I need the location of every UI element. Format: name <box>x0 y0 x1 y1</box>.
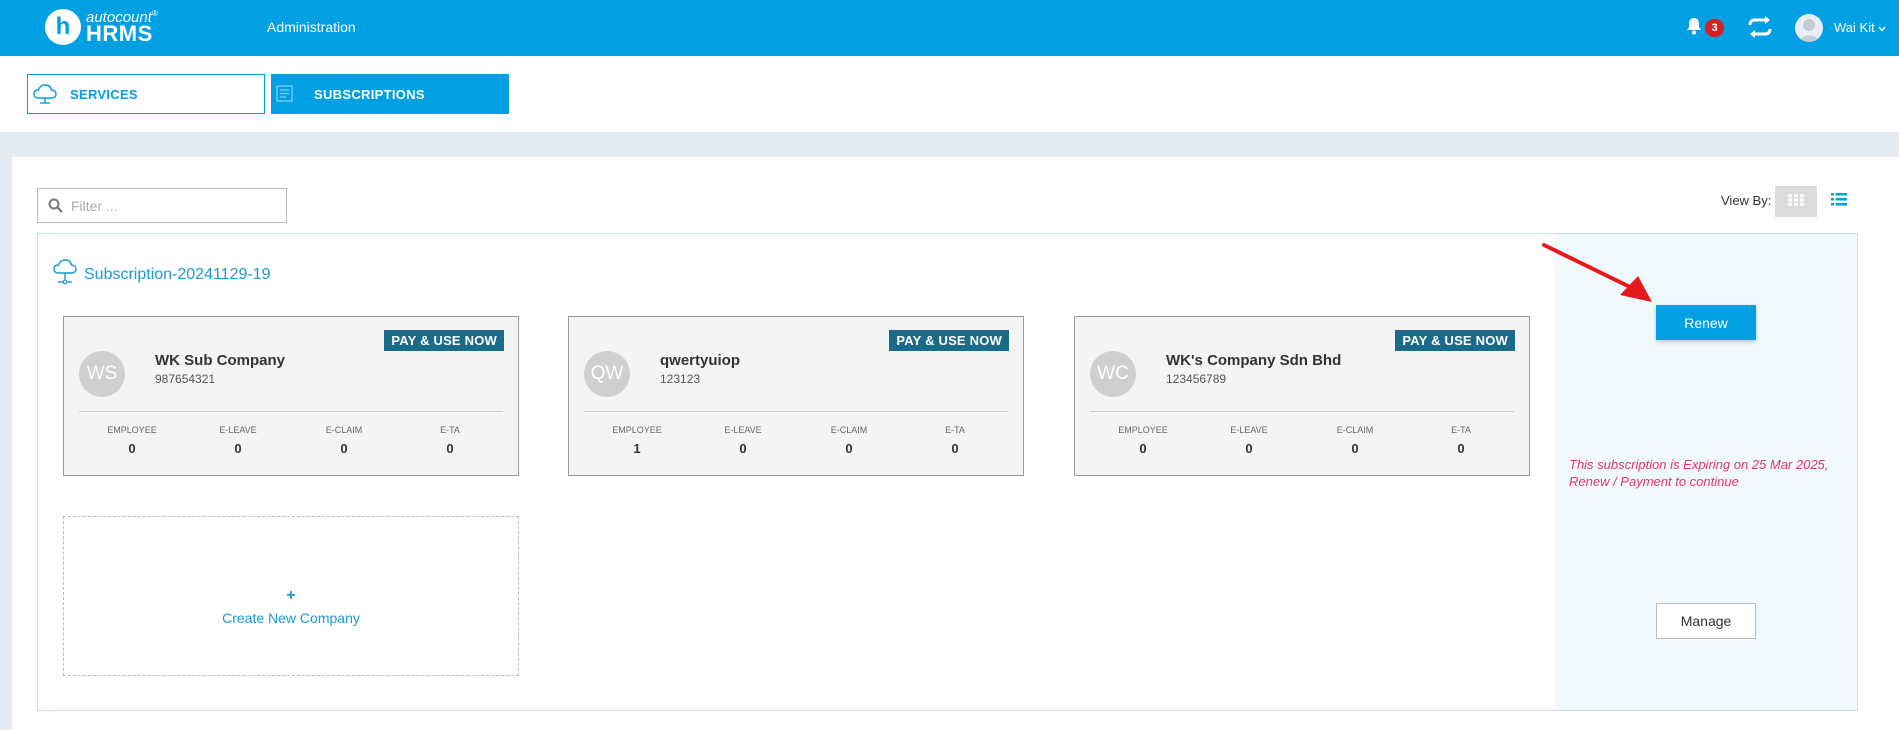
stat-employee: EMPLOYEE 0 <box>1090 425 1196 456</box>
stat-e-claim: E-CLAIM 0 <box>291 425 397 456</box>
stat-employee: EMPLOYEE 1 <box>584 425 690 456</box>
view-by-label: View By: <box>1721 193 1772 208</box>
subscription-list-icon <box>276 85 304 103</box>
company-name: WK's Company Sdn Bhd <box>1166 352 1342 369</box>
company-code: 123456789 <box>1166 372 1227 386</box>
sync-icon[interactable] <box>1747 15 1773 44</box>
stat-label: E-LEAVE <box>724 425 762 435</box>
stat-value: 0 <box>234 441 242 456</box>
stat-value: 0 <box>1245 441 1253 456</box>
pay-use-now-badge[interactable]: PAY & USE NOW <box>1395 330 1515 351</box>
tab-services[interactable]: SERVICES <box>27 74 265 114</box>
cloud-icon <box>52 258 78 291</box>
pay-use-now-badge[interactable]: PAY & USE NOW <box>889 330 1009 351</box>
company-stats: EMPLOYEE 1 E-LEAVE 0 E-CLAIM 0 E-TA 0 <box>584 425 1008 456</box>
nav-administration[interactable]: Administration <box>267 19 356 35</box>
stat-label: E-CLAIM <box>1336 425 1374 435</box>
stat-value: 0 <box>446 441 454 456</box>
grid-icon <box>1788 193 1804 211</box>
stat-e-claim: E-CLAIM 0 <box>1302 425 1408 456</box>
stat-label: E-TA <box>945 425 965 435</box>
stat-e-ta: E-TA 0 <box>397 425 503 456</box>
company-name: WK Sub Company <box>155 352 285 369</box>
stat-e-leave: E-LEAVE 0 <box>185 425 291 456</box>
cloud-icon <box>32 83 60 105</box>
top-bar: h autocount® HRMS Administration 3 Wai K… <box>0 0 1899 56</box>
stat-label: E-TA <box>1451 425 1471 435</box>
filter-box[interactable] <box>37 188 287 223</box>
list-icon <box>1831 192 1847 211</box>
create-new-company-label: Create New Company <box>222 610 360 626</box>
logo-bottom-text: HRMS <box>86 20 153 46</box>
card-divider <box>79 411 503 412</box>
annotation-arrow-icon <box>1542 243 1652 302</box>
create-new-company-card[interactable]: + Create New Company <box>63 516 519 676</box>
logo-mark: ® <box>151 8 158 18</box>
stat-e-leave: E-LEAVE 0 <box>1196 425 1302 456</box>
company-code: 123123 <box>660 372 701 386</box>
card-divider <box>584 411 1008 412</box>
company-avatar: WS <box>79 351 125 397</box>
tab-bar: SERVICES SUBSCRIPTIONS <box>0 56 1899 132</box>
company-name: qwertyuiop <box>660 352 741 369</box>
renew-button[interactable]: Renew <box>1656 305 1756 340</box>
filter-input[interactable] <box>71 197 271 214</box>
tab-services-label: SERVICES <box>70 86 138 102</box>
stat-value: 0 <box>1457 441 1465 456</box>
stat-value: 0 <box>739 441 747 456</box>
stat-e-ta: E-TA 0 <box>1408 425 1514 456</box>
manage-button[interactable]: Manage <box>1656 603 1756 639</box>
logo-circle: h <box>45 9 81 45</box>
notification-badge[interactable]: 3 <box>1705 19 1724 37</box>
expiry-message: This subscription is Expiring on 25 Mar … <box>1569 457 1829 489</box>
list-view-button[interactable] <box>1824 186 1854 217</box>
stat-label: E-TA <box>440 425 460 435</box>
company-card[interactable]: PAY & USE NOW WC WK's Company Sdn Bhd 12… <box>1074 316 1530 476</box>
company-card[interactable]: PAY & USE NOW WS WK Sub Company 98765432… <box>63 316 519 476</box>
stat-label: E-LEAVE <box>219 425 257 435</box>
stat-e-ta: E-TA 0 <box>902 425 1008 456</box>
app-logo[interactable]: h autocount® HRMS <box>45 9 158 45</box>
stat-e-claim: E-CLAIM 0 <box>796 425 902 456</box>
user-name: Wai Kit <box>1834 20 1875 35</box>
stat-value: 0 <box>128 441 136 456</box>
stat-value: 1 <box>633 441 641 456</box>
company-stats: EMPLOYEE 0 E-LEAVE 0 E-CLAIM 0 E-TA 0 <box>79 425 503 456</box>
chevron-down-icon <box>1878 20 1886 35</box>
stat-label: E-LEAVE <box>1230 425 1268 435</box>
stat-value: 0 <box>1351 441 1359 456</box>
stat-label: E-CLAIM <box>325 425 363 435</box>
company-code: 987654321 <box>155 372 216 386</box>
stat-employee: EMPLOYEE 0 <box>79 425 185 456</box>
subscription-title[interactable]: Subscription-20241129-19 <box>84 266 271 284</box>
stat-label: EMPLOYEE <box>1118 425 1168 435</box>
stat-value: 0 <box>951 441 959 456</box>
card-divider <box>1090 411 1514 412</box>
search-icon <box>48 198 63 213</box>
company-avatar: WC <box>1090 351 1136 397</box>
pay-use-now-badge[interactable]: PAY & USE NOW <box>384 330 504 351</box>
subscription-header: Subscription-20241129-19 <box>52 258 271 291</box>
stat-label: EMPLOYEE <box>107 425 157 435</box>
tab-subscriptions[interactable]: SUBSCRIPTIONS <box>271 74 509 114</box>
plus-icon: + <box>286 587 296 604</box>
user-menu[interactable]: Wai Kit <box>1834 20 1886 35</box>
stat-value: 0 <box>845 441 853 456</box>
stat-value: 0 <box>1139 441 1147 456</box>
company-avatar: QW <box>584 351 630 397</box>
logo-text: autocount® HRMS <box>86 8 158 46</box>
stat-label: EMPLOYEE <box>612 425 662 435</box>
user-avatar-icon[interactable] <box>1795 14 1823 42</box>
stat-value: 0 <box>340 441 348 456</box>
stat-label: E-CLAIM <box>830 425 868 435</box>
bell-icon[interactable] <box>1686 17 1702 40</box>
tab-subscriptions-label: SUBSCRIPTIONS <box>314 86 425 102</box>
company-stats: EMPLOYEE 0 E-LEAVE 0 E-CLAIM 0 E-TA 0 <box>1090 425 1514 456</box>
grid-view-button[interactable] <box>1775 186 1817 217</box>
stat-e-leave: E-LEAVE 0 <box>690 425 796 456</box>
company-card[interactable]: PAY & USE NOW QW qwertyuiop 123123 EMPLO… <box>568 316 1024 476</box>
